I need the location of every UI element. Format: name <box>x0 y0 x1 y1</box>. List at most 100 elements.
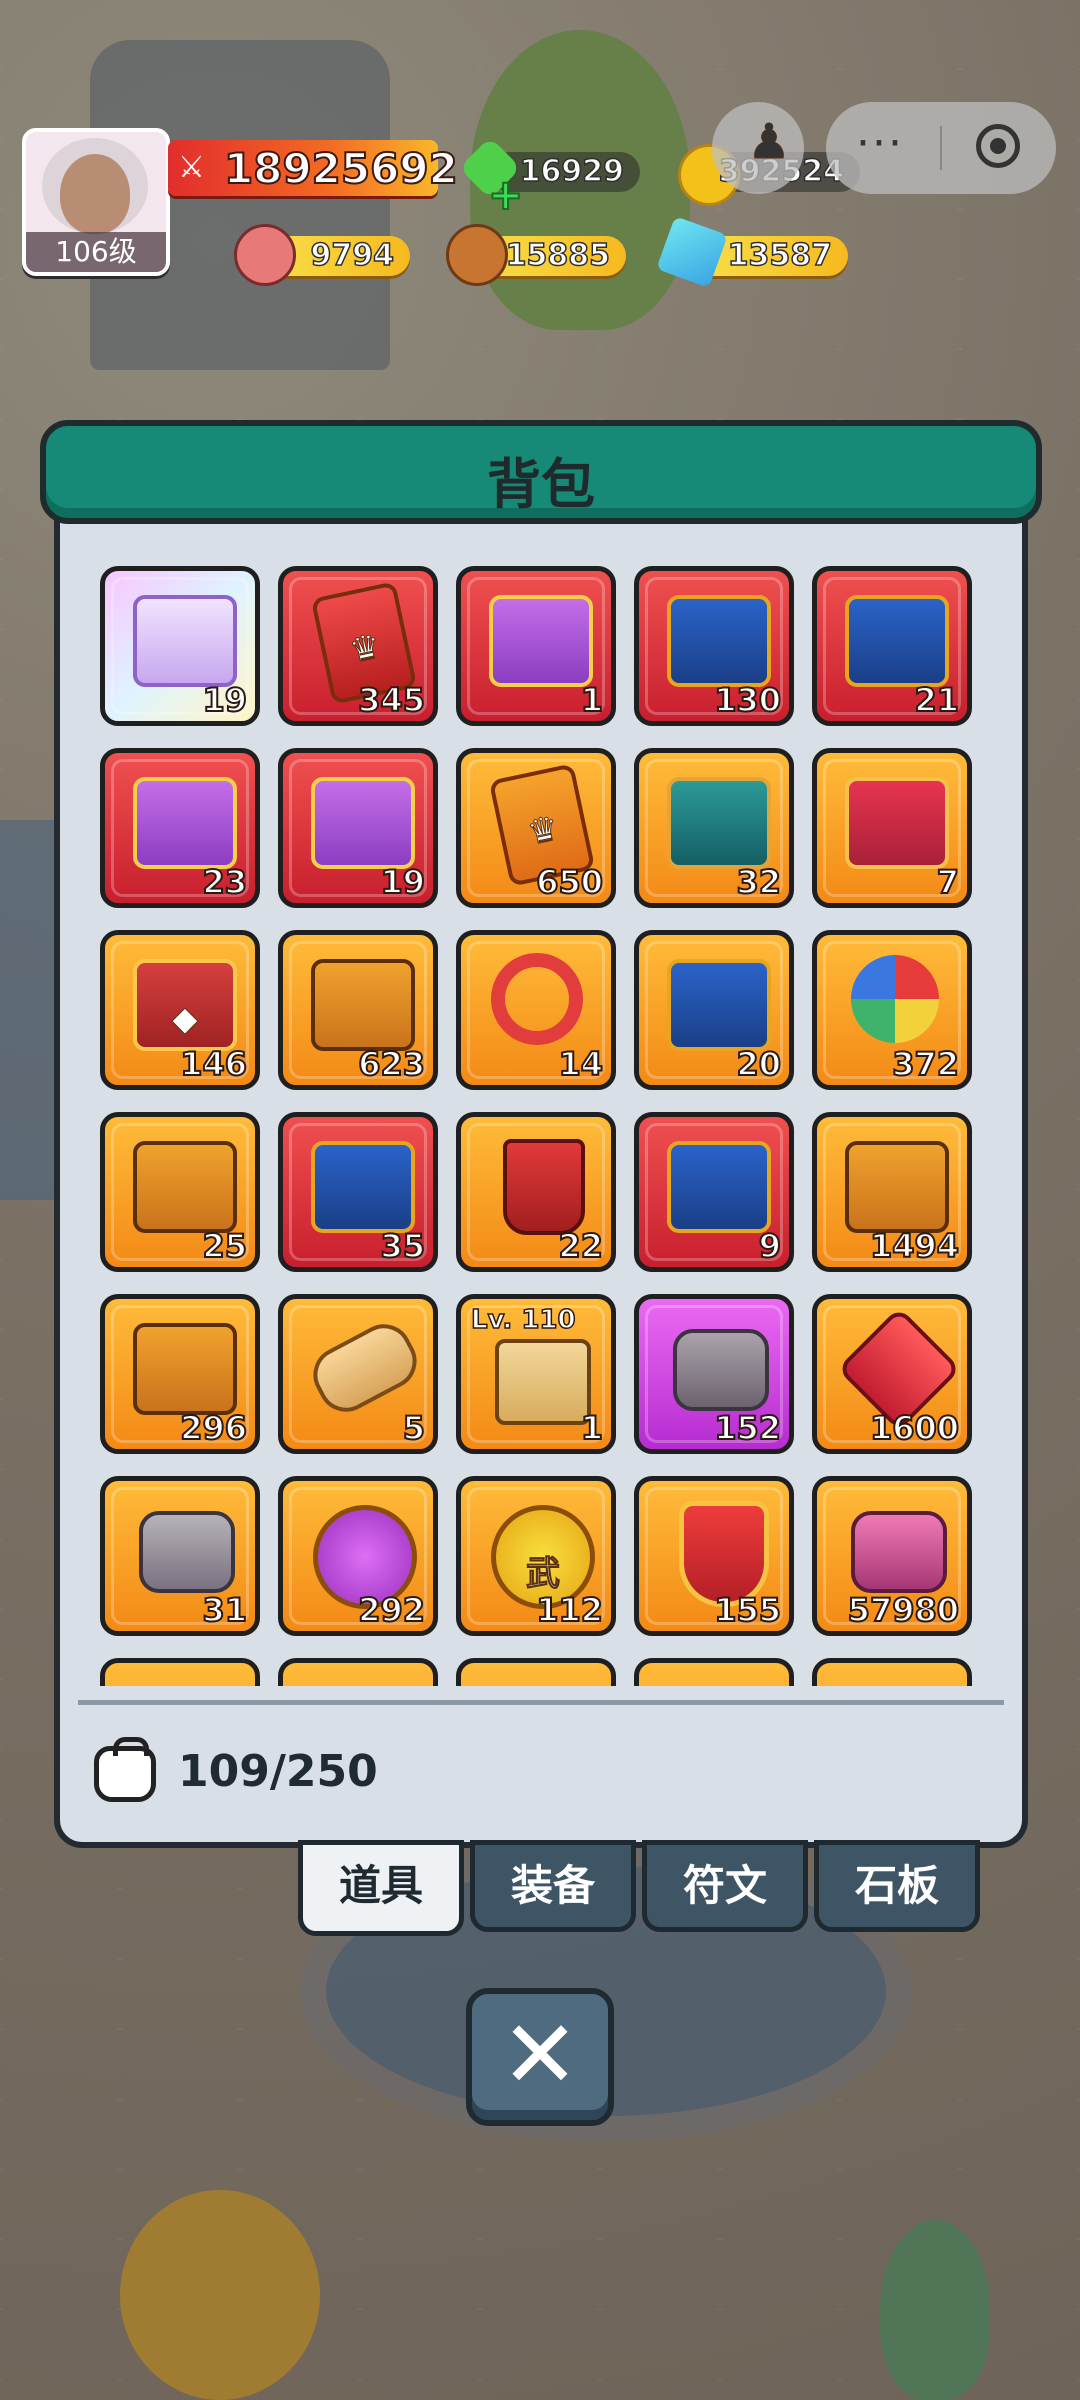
slot-level-map[interactable]: Lv. 110 1 <box>456 1294 616 1454</box>
wood-counter: 15885 <box>446 224 626 286</box>
tab-items[interactable]: 道具 <box>298 1840 464 1936</box>
slot-gold-chest[interactable]: 1494 <box>812 1112 972 1272</box>
item-icon <box>667 777 771 869</box>
item-count: 22 <box>557 1226 604 1266</box>
item-count: 623 <box>357 1044 426 1084</box>
item-icon <box>667 595 771 687</box>
slot-sword-shield[interactable]: 155 <box>634 1476 794 1636</box>
item-icon <box>133 777 237 869</box>
panel-divider <box>78 1700 1004 1705</box>
item-count: 292 <box>357 1590 426 1630</box>
item-count: 1600 <box>869 1408 960 1448</box>
crystal-counter: 13587 <box>656 216 848 288</box>
item-count: 130 <box>713 680 782 720</box>
crystal-value: 13587 <box>727 237 833 274</box>
slot-red-crown-card[interactable]: ♛ 345 <box>278 566 438 726</box>
slot-red-gem-chest[interactable]: ◆ 146 <box>100 930 260 1090</box>
item-count: 345 <box>357 680 426 720</box>
bag-capacity: 109/250 <box>178 1746 378 1797</box>
item-icon <box>311 1141 415 1233</box>
slot-gold-chest[interactable]: 25 <box>100 1112 260 1272</box>
slot-purple-coin[interactable]: 292 <box>278 1476 438 1636</box>
slot-red-cup[interactable]: 22 <box>456 1112 616 1272</box>
slot-partially-visible[interactable] <box>456 1658 616 1686</box>
item-count: 1 <box>580 1408 604 1448</box>
item-count: 32 <box>735 862 782 902</box>
slot-purple-stones[interactable]: 152 <box>634 1294 794 1454</box>
slot-purple-crown-chest[interactable]: 19 <box>100 566 260 726</box>
item-count: 57980 <box>847 1590 960 1630</box>
item-count: 5 <box>402 1408 426 1448</box>
item-glyph: ♛ <box>524 808 563 854</box>
tower <box>0 820 60 1200</box>
slot-gold-chest[interactable]: 623 <box>278 930 438 1090</box>
item-icon <box>133 1323 237 1415</box>
slot-orange-crown-card[interactable]: ♛ 650 <box>456 748 616 908</box>
slot-wu-coin[interactable]: 武 112 <box>456 1476 616 1636</box>
item-glyph: ◆ <box>171 999 199 1040</box>
more-icon[interactable]: ··· <box>856 118 904 169</box>
tab-equipment[interactable]: 装备 <box>470 1840 636 1932</box>
slot-winged-chest[interactable]: 1 <box>456 566 616 726</box>
combat-power-value: 18925692 <box>223 143 459 194</box>
avatar-face <box>60 154 130 234</box>
slot-blue-chest[interactable]: 35 <box>278 1112 438 1272</box>
item-count: 296 <box>179 1408 248 1448</box>
meat-value: 9794 <box>310 237 395 274</box>
player-avatar[interactable]: 106级 <box>22 128 170 276</box>
item-count: 372 <box>891 1044 960 1084</box>
slot-ring-item[interactable]: 14 <box>456 930 616 1090</box>
slot-gold-chest[interactable]: 296 <box>100 1294 260 1454</box>
item-icon <box>845 595 949 687</box>
item-icon <box>851 1511 947 1593</box>
slot-partially-visible[interactable] <box>634 1658 794 1686</box>
green-gem-counter[interactable]: + 16929 <box>458 136 640 220</box>
slot-partially-visible[interactable] <box>100 1658 260 1686</box>
item-count: 19 <box>379 862 426 902</box>
wood-log-icon <box>446 224 508 286</box>
slot-partially-visible[interactable] <box>278 1658 438 1686</box>
tab-runes[interactable]: 符文 <box>642 1840 808 1932</box>
slot-blue-chest[interactable]: 130 <box>634 566 794 726</box>
slot-stone-tablet[interactable]: 31 <box>100 1476 260 1636</box>
slot-red-gem[interactable]: 1600 <box>812 1294 972 1454</box>
item-icon <box>845 1141 949 1233</box>
slot-teal-chest[interactable]: 32 <box>634 748 794 908</box>
capsule-divider <box>940 126 942 170</box>
wood-value: 15885 <box>505 237 611 274</box>
item-icon <box>133 595 237 687</box>
target-icon[interactable] <box>976 124 1020 168</box>
item-icon <box>489 595 593 687</box>
tree <box>880 2220 990 2400</box>
slot-winged-chest[interactable]: 19 <box>278 748 438 908</box>
item-icon <box>667 959 771 1051</box>
slot-partially-visible[interactable] <box>812 1658 972 1686</box>
slot-blue-chest[interactable]: 21 <box>812 566 972 726</box>
item-glyph: 武 <box>526 1554 561 1595</box>
item-glyph: ♛ <box>346 626 385 672</box>
slot-fire-chest[interactable]: 7 <box>812 748 972 908</box>
slot-blue-chest[interactable]: 9 <box>634 1112 794 1272</box>
tab-slates[interactable]: 石板 <box>814 1840 980 1932</box>
slot-scroll[interactable]: 5 <box>278 1294 438 1454</box>
item-icon <box>673 1329 769 1411</box>
miniprogram-capsule: ··· <box>826 102 1056 194</box>
person-icon: ♟ <box>747 114 791 171</box>
add-icon[interactable]: + <box>487 169 524 220</box>
item-count: 1 <box>580 680 604 720</box>
item-count: 21 <box>913 680 960 720</box>
close-button[interactable]: ✕ <box>466 1988 614 2126</box>
slot-pink-ore[interactable]: 57980 <box>812 1476 972 1636</box>
item-count: 20 <box>735 1044 782 1084</box>
item-count: 35 <box>379 1226 426 1266</box>
item-icon <box>851 955 939 1043</box>
item-count: 112 <box>535 1590 604 1630</box>
green-gem-value: 16929 <box>519 153 625 190</box>
item-count: 31 <box>201 1590 248 1630</box>
item-count: 9 <box>758 1226 782 1266</box>
item-count: 1494 <box>869 1226 960 1266</box>
slot-pinwheel[interactable]: 372 <box>812 930 972 1090</box>
voice-button[interactable]: ♟ <box>712 102 804 194</box>
slot-blue-crown-chest[interactable]: 20 <box>634 930 794 1090</box>
slot-winged-chest[interactable]: 23 <box>100 748 260 908</box>
